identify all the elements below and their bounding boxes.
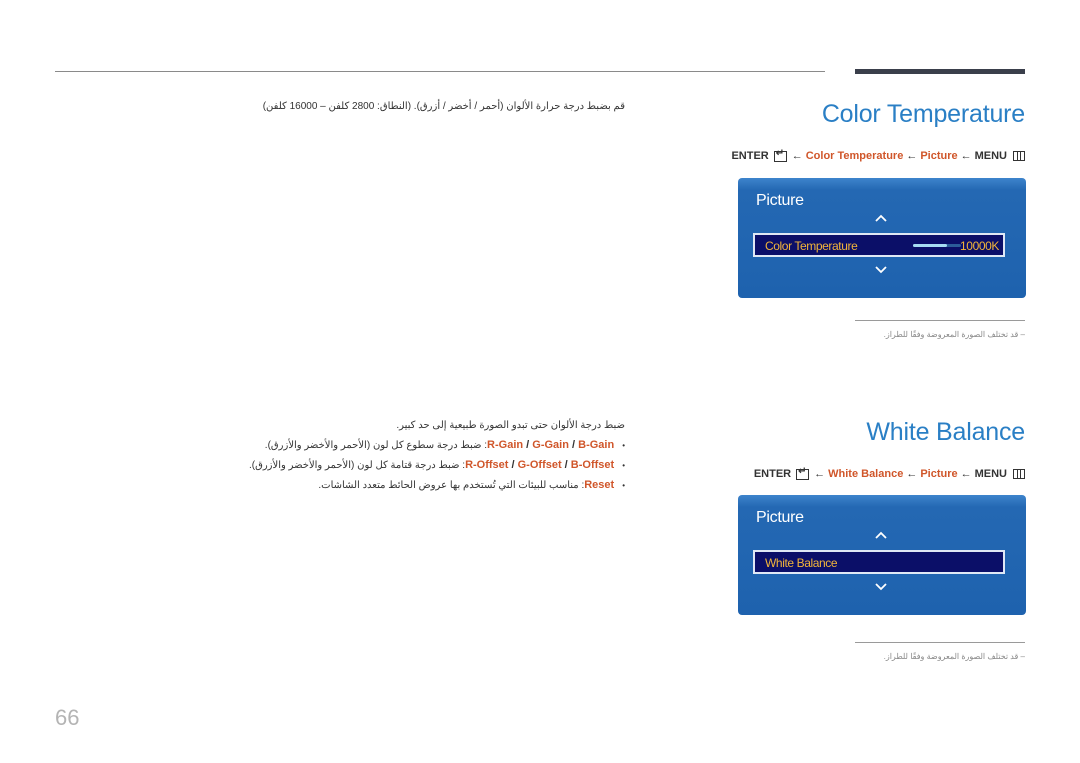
- bullet-text: : ضبط درجة سطوع كل لون (الأحمر والأخضر و…: [264, 440, 488, 451]
- breadcrumb-arrow: ←: [960, 468, 972, 480]
- bullet-dot: •: [622, 481, 625, 490]
- chevron-up-icon[interactable]: [875, 214, 887, 226]
- osd-item-value: 10000K: [960, 239, 999, 253]
- note-text: – قد تختلف الصورة المعروضة وفقًا للطراز.: [883, 652, 1025, 661]
- breadcrumb-enter: ENTER: [753, 468, 792, 480]
- breadcrumb-arrow: ←: [960, 150, 972, 162]
- enter-icon: [773, 148, 787, 162]
- breadcrumb-menu: MENU: [974, 150, 1007, 162]
- chevron-down-icon[interactable]: [875, 583, 887, 595]
- breadcrumb-arrow: ←: [791, 150, 803, 162]
- bullet-dot: •: [622, 441, 625, 450]
- term: B-Gain: [578, 439, 615, 451]
- white-balance-description: ضبط درجة الألوان حتى تبدو الصورة طبيعية …: [396, 420, 625, 431]
- chevron-down-icon[interactable]: [875, 266, 887, 278]
- menu-icon: [1013, 151, 1025, 161]
- bullet-offset: •R-Offset / G-Offset / B-Offset: ضبط درج…: [248, 459, 625, 471]
- osd-panel-color-temperature: Picture Color Temperature 10000K: [738, 178, 1026, 298]
- breadcrumb-item: White Balance: [828, 468, 904, 480]
- note-text: – قد تختلف الصورة المعروضة وفقًا للطراز.: [883, 330, 1025, 339]
- color-temperature-slider[interactable]: [913, 244, 961, 247]
- bullet-dot: •: [622, 461, 625, 470]
- bullet-reset: • Reset: مناسب للبيئات التي تُستخدم بها ع…: [318, 479, 625, 491]
- section-title-color-temperature: Color Temperature: [821, 100, 1025, 128]
- breadcrumb-menu-group: Picture: [920, 150, 958, 162]
- menu-icon: [1013, 469, 1025, 479]
- breadcrumb-menu-group: Picture: [920, 468, 958, 480]
- osd-item-label: White Balance: [765, 556, 838, 570]
- osd-item-white-balance[interactable]: White Balance: [753, 550, 1005, 574]
- note-rule: [855, 320, 1025, 321]
- osd-title: Picture: [756, 192, 804, 209]
- header-rule: [55, 71, 825, 72]
- breadcrumb-arrow: ←: [906, 150, 918, 162]
- term: G-Gain: [532, 439, 569, 451]
- osd-item-label: Color Temperature: [765, 239, 858, 253]
- chevron-up-icon[interactable]: [875, 531, 887, 543]
- breadcrumb-arrow: ←: [906, 468, 918, 480]
- bullet-gain: •R-Gain / G-Gain / B-Gain: ضبط درجة سطوع…: [264, 439, 625, 451]
- osd-title: Picture: [756, 509, 804, 526]
- bullet-text: : ضبط درجة قتامة كل لون (الأحمر والأخضر …: [248, 460, 466, 471]
- note-rule: [855, 642, 1025, 643]
- term: B-Offset: [570, 459, 615, 471]
- term: R-Offset: [465, 459, 509, 471]
- breadcrumb-menu: MENU: [974, 468, 1007, 480]
- osd-item-color-temperature[interactable]: Color Temperature 10000K: [753, 233, 1005, 257]
- breadcrumb-white-balance: ENTER ← White Balance ← Picture ← MENU: [753, 466, 1025, 480]
- breadcrumb-enter: ENTER: [731, 150, 769, 162]
- enter-icon: [796, 466, 810, 480]
- breadcrumb-color-temperature: ENTER ← Color Temperature ← Picture ← ME…: [731, 148, 1025, 162]
- term: R-Gain: [487, 439, 524, 451]
- osd-panel-white-balance: Picture White Balance: [738, 495, 1026, 615]
- color-temperature-description: قم بضبط درجة حرارة الألوان (أحمر / أخضر …: [262, 101, 625, 112]
- section-title-white-balance: White Balance: [866, 418, 1025, 446]
- page-number: 66: [55, 705, 80, 730]
- bullet-text: : مناسب للبيئات التي تُستخدم بها عروض ال…: [318, 480, 585, 491]
- term: G-Offset: [517, 459, 562, 471]
- header-accent-bar: [855, 69, 1025, 74]
- breadcrumb-arrow: ←: [814, 468, 826, 480]
- term: Reset: [584, 479, 615, 491]
- breadcrumb-item: Color Temperature: [805, 150, 904, 162]
- slider-fill: [913, 244, 947, 247]
